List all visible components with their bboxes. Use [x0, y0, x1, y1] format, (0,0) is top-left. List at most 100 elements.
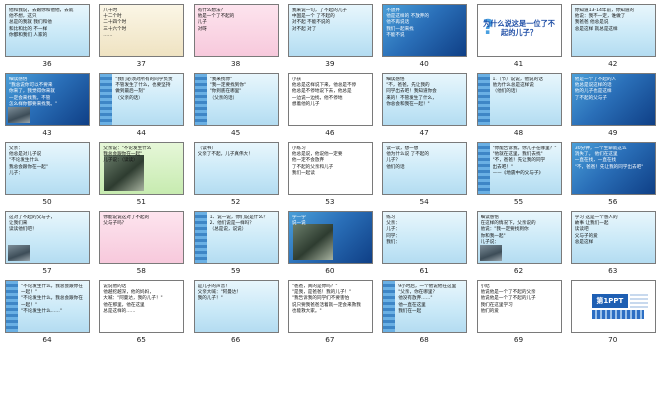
slide-text: "我们必须对所有的同学负责 不管发生了什么，也要坚持 做到最后一刻" （父亲的话） [115, 77, 180, 102]
slide-thumbnail-44[interactable]: "我们必须对所有的同学负责 不管发生了什么，也要坚持 做到最后一刻" （父亲的话） 44 [94, 71, 188, 140]
slide-preview[interactable]: 他是一个了不起的人 他总是说这样的话 他的儿子也是这样 了不起的父与子 [570, 73, 656, 126]
slide-preview[interactable]: 不放弃 他是这样的 不放弃的 他不再说话 我们一起来找 不能不说 [382, 4, 468, 57]
slide-thumbnail-63[interactable]: 学习 这是一个感人的 故事 让我们一起 读读吧 父与子的爱 总是这样 63 [566, 209, 660, 278]
slide-number: 43 [42, 128, 52, 137]
slide-preview[interactable]: 八十时 十二个时 二十四个时 三十六个时…… [99, 4, 185, 57]
slide-preview[interactable]: 9小时后，一个他说他在这里 "父亲，你在哪里？ 他没有放弃……" 他一直在这里 我们在一… [382, 280, 468, 333]
slide-thumbnail-56[interactable]: 30分钟，一个生命就这么 消失了。 他们在这里 一直在找，一直在找 "不，爸爸！先让我… [566, 140, 660, 209]
slide-number: 48 [513, 128, 524, 137]
slide-preview[interactable]: 我来说一句，了不起的儿子 中国是一个 了不起的 对不起 不能不说的 对不起 对了 [287, 4, 373, 57]
slide-thumbnail-49[interactable]: 他是一个了不起的人 他总是说这样的话 他的儿子也是这样 了不起的父与子 49 [566, 71, 660, 140]
slide-text: 有什么想法？ 他是一个了不起的 儿子 对呀 [198, 8, 275, 33]
slide-number: 50 [42, 197, 52, 206]
slide-preview[interactable]: 你知道13-14年前，你知道的 他说：我不一定，谁做了 我爸爸 他总是说 总是这样 就… [570, 4, 656, 57]
slide-thumbnail-39[interactable]: 我来说一句，了不起的儿子 中国是一个 了不起的 对不起 不能不说的 对不起 对了 39 [283, 2, 377, 71]
slide-thumbnail-55[interactable]: "你能告诉我，你儿子在哪里？" "他就在这里，我们去找" "不，爸爸！先让我的同学出… [472, 140, 566, 209]
slide-thumbnail-68[interactable]: 9小时后，一个他说他在这里 "父亲，你在哪里？ 他没有放弃……" 他一直在这里 我们在一… [377, 278, 471, 347]
slide-thumbnail-42[interactable]: 你知道13-14年前，你知道的 他说：我不一定，谁做了 我爸爸 他总是说 总是这样 就… [566, 2, 660, 71]
slide-text: 为什么说这是一位了不起的儿子？ [482, 19, 557, 37]
slide-thumbnail-66[interactable]: 是儿子的声音！ 父亲大喊："阿曼达！ 我的儿子！" 66 [189, 278, 283, 347]
slide-number: 52 [230, 197, 241, 206]
slide-thumbnail-36[interactable]: 他和我说，去跟你和他他，去就 他不想，这只 总是的我就 我们和他 和比和比的 不一样你… [0, 2, 94, 71]
slide-preview[interactable]: 第1PPT第1PPT [570, 280, 656, 333]
slide-decoration [477, 74, 490, 125]
slide-preview[interactable]: 读一读，想一想 他为什么说 了不起的 儿子？ 他们的话 [382, 142, 468, 195]
slide-number: 53 [325, 197, 335, 206]
slide-thumbnail-57[interactable]: 这对了不起的父与子， 让我们来 读读他们吧！ 57 [0, 209, 94, 278]
slide-preview[interactable]: 1.（节）说说，他说的话 他为什么总是这样说 （他们的话） [476, 73, 562, 126]
slide-text: 小结 他说他是一个了不起的父亲 他说他是一个了不起的儿子 我们在这里学习 他们的爱 [481, 284, 558, 315]
slide-photo [8, 245, 30, 261]
slide-text: "你能告诉我，你儿子在哪里？" "他就在这里，我们去找" "不，爸爸！先让我的同学出… [493, 146, 558, 177]
slide-number: 67 [325, 335, 335, 344]
slide-preview[interactable]: "我来找你" "我一定要找到你" "你到底在哪里" （父亲的话） [193, 73, 279, 126]
slide-preview[interactable]: 父亲： 他总是对儿子说 "不论发生什么 我总会跟你在一起" 儿子： [5, 142, 90, 195]
slide-preview[interactable]: "我们必须对所有的同学负责 不管发生了什么，也要坚持 做到最后一刻" （父亲的话） [99, 73, 185, 126]
logo-stripe [591, 310, 644, 319]
slide-text: 八十时 十二个时 二十四个时 三十六个时…… [103, 8, 180, 39]
slide-text: 读一读，想一想 他为什么说 了不起的 儿子？ 他们的话 [386, 146, 463, 171]
slide-text: 是儿子的声音！ 父亲大喊："阿曼达！ 我的儿子！" [198, 284, 275, 303]
slide-thumbnail-40[interactable]: 不放弃 他是这样的 不放弃的 他不再说话 我们一起来找 不能不说 40 [377, 2, 471, 71]
slide-preview[interactable]: 学习 这是一个感人的 故事 让我们一起 读读吧 父与子的爱 总是这样 [570, 211, 656, 264]
slide-text-line: "不，爸爸！先让我的同学出去吧" [574, 164, 644, 170]
slide-number: 46 [325, 128, 335, 137]
slide-text-line: 也能救大家。" [291, 308, 322, 314]
slide-thumbnail-43[interactable]: 细读感悟 "我总说你可以不要来 你来了，我觉得你来就 一定会来找我，不管 怎么样你都要来… [0, 71, 94, 140]
slide-thumbnail-60[interactable]: 学一学 说一说 60 [283, 209, 377, 278]
slide-thumbnail-52[interactable]: （读书） 父亲了不起，儿子真伟大！ 52 [189, 140, 283, 209]
slide-preview[interactable]: "爸爸，真的是你吗？" "是我，是爸爸！我的儿子！" "我告诉我的同学们不要害怕 说只… [287, 280, 373, 333]
slide-preview[interactable]: 练习 父亲： 儿子： 同学： 我们： [382, 211, 468, 264]
slide-preview[interactable]: 小练习 他总是说，他说他一定要 他一定不会放弃 了不起的父亲和儿子 我们一起读 [287, 142, 373, 195]
slide-thumbnail-64[interactable]: "不论发生什么，我总会跟你在一起！" "不论发生什么，我总会跟你在一起！" "不论发… [0, 278, 94, 347]
slide-thumbnail-58[interactable]: 你能说说这对了不起的 父与子吗？ 58 [94, 209, 188, 278]
slide-thumbnail-61[interactable]: 练习 父亲： 儿子： 同学： 我们： 61 [377, 209, 471, 278]
slide-preview[interactable]: 你能说说这对了不起的 父与子吗？ [99, 211, 185, 264]
slide-preview[interactable]: 学一学 说一说 [287, 211, 373, 264]
slide-number: 70 [608, 335, 618, 344]
slide-preview[interactable]: 细读感悟 在这样的情况下，父亲说的 他说："我一定要找到你 你和我一起" 儿子说： [476, 211, 562, 264]
slide-thumbnail-59[interactable]: 1、说一说，你们说是什么？ 2、他们说是一样吗？ （总是说，说说） 59 [189, 209, 283, 278]
slide-preview[interactable]: 是儿子的声音！ 父亲大喊："阿曼达！ 我的儿子！" [193, 280, 279, 333]
slide-number: 59 [230, 266, 241, 275]
slide-preview[interactable]: 他和我说，去跟你和他他，去就 他不想，这只 总是的我就 我们和他 和比和比的 不一样你… [5, 4, 90, 57]
slide-text-line: 你都和我们 人家的 [9, 32, 48, 38]
slide-preview[interactable]: 30分钟，一个生命就这么 消失了。 他们在这里 一直在找，一直在找 "不，爸爸！先让我… [570, 142, 656, 195]
slide-thumbnail-51[interactable]: 父亲说："不论发生什么 我总会跟你在一起" 儿子说：（读读） 51 [94, 140, 188, 209]
slide-thumbnail-62[interactable]: 细读感悟 在这样的情况下，父亲说的 他说："我一定要找到你 你和我一起" 儿子说： 62 [472, 209, 566, 278]
slide-thumbnail-70[interactable]: 第1PPT第1PPT 70 [566, 278, 660, 347]
slide-number: 40 [419, 59, 429, 68]
slide-number: 41 [513, 59, 524, 68]
slide-number: 58 [136, 266, 146, 275]
slide-preview[interactable]: 1、说一说，你们说是什么？ 2、他们说是一样吗？ （总是说，说说） [193, 211, 279, 264]
slide-thumbnail-67[interactable]: "爸爸，真的是你吗？" "是我，是爸爸！我的儿子！" "我告诉我的同学们不要害怕 说只… [283, 278, 377, 347]
slide-thumbnail-54[interactable]: 读一读，想一想 他为什么说 了不起的 儿子？ 他们的话 54 [377, 140, 471, 209]
slide-preview[interactable]: ? 为什么说这是一位了不起的儿子？ [476, 4, 562, 57]
slide-thumbnail-47[interactable]: 细读感悟 "不，爸爸，先让我的 同学出去吧！我知道你会 来的！不管发生了什么， 你总会和… [377, 71, 471, 140]
slide-thumbnail-48[interactable]: 1.（节）说说，他说的话 他为什么总是这样说 （他们的话） 48 [472, 71, 566, 140]
slide-preview[interactable]: （读书） 父亲了不起，儿子真伟大！ [193, 142, 279, 195]
slide-text-line: 总是这样 [574, 239, 594, 245]
slide-preview[interactable]: 父亲说："不论发生什么 我总会跟你在一起" 儿子说：（读读） [99, 142, 185, 195]
slide-thumbnail-45[interactable]: "我来找你" "我一定要找到你" "你到底在哪里" （父亲的话） 45 [189, 71, 283, 140]
slide-preview[interactable]: "不论发生什么，我总会跟你在一起！" "不论发生什么，我总会跟你在一起！" "不论发… [5, 280, 90, 333]
slide-text: 小孩 他总是这样说下来，他总是不停 他总是不停地说下去，他总是 一边说一边找，他不停地… [292, 77, 369, 108]
slide-preview[interactable]: 说说他的话 他越挖越深，他的妈妈， 大喊："阿曼达，我的儿子！" 他在那里，他在这里总… [99, 280, 185, 333]
slide-thumbnail-38[interactable]: 有什么想法？ 他是一个了不起的 儿子 对呀 38 [189, 2, 283, 71]
slide-preview[interactable]: 有什么想法？ 他是一个了不起的 儿子 对呀 [193, 4, 279, 57]
slide-text-line: 他们的爱 [480, 308, 499, 314]
slide-preview[interactable]: 小结 他说他是一个了不起的父亲 他说他是一个了不起的儿子 我们在这里学习 他们的爱 [476, 280, 562, 333]
slide-preview[interactable]: 这对了不起的父与子， 让我们来 读读他们吧！ [5, 211, 90, 264]
slide-thumbnail-37[interactable]: 八十时 十二个时 二十四个时 三十六个时…… 37 [94, 2, 188, 71]
slide-preview[interactable]: 细读感悟 "我总说你可以不要来 你来了，我觉得你来就 一定会来找我，不管 怎么样你都要来… [5, 73, 90, 126]
slide-text-line: 我们一起读 [291, 170, 315, 176]
slide-thumbnail-53[interactable]: 小练习 他总是说，他说他一定要 他一定不会放弃 了不起的父亲和儿子 我们一起读 53 [283, 140, 377, 209]
slide-thumbnail-69[interactable]: 小结 他说他是一个了不起的父亲 他说他是一个了不起的儿子 我们在这里学习 他们的爱 69 [472, 278, 566, 347]
slide-thumbnail-65[interactable]: 说说他的话 他越挖越深，他的妈妈， 大喊："阿曼达，我的儿子！" 他在那里，他在这里总… [94, 278, 188, 347]
slide-preview[interactable]: 细读感悟 "不，爸爸，先让我的 同学出去吧！我知道你会 来的！不管发生了什么， 你总会和… [382, 73, 468, 126]
slide-preview[interactable]: 小孩 他总是这样说下来，他总是不停 他总是不停地说下去，他总是 一边说一边找，他不停地… [287, 73, 373, 126]
slide-thumbnail-50[interactable]: 父亲： 他总是对儿子说 "不论发生什么 我总会跟你在一起" 儿子： 50 [0, 140, 94, 209]
slide-thumbnail-46[interactable]: 小孩 他总是这样说下来，他总是不停 他总是不停地说下去，他总是 一边说一边找，他不停地… [283, 71, 377, 140]
slide-thumbnail-41[interactable]: ? 为什么说这是一位了不起的儿子？ 41 [472, 2, 566, 71]
slide-preview[interactable]: "你能告诉我，你儿子在哪里？" "他就在这里，我们去找" "不，爸爸！先让我的同学出… [476, 142, 562, 195]
